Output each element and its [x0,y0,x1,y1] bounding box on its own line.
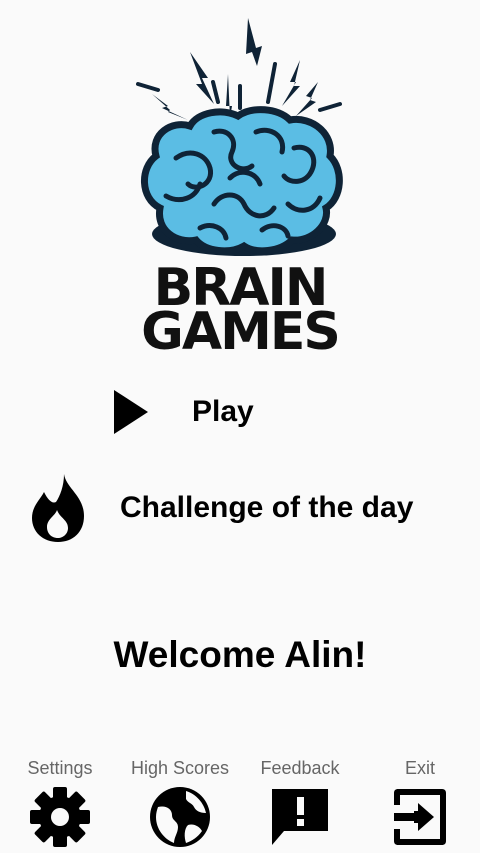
gear-icon [28,785,92,849]
challenge-of-the-day-button[interactable]: Challenge of the day [30,472,413,544]
brain-games-logo: BRAIN GAMES [128,8,352,358]
globe-icon [148,785,212,849]
flame-icon [30,472,86,544]
challenge-label: Challenge of the day [120,491,414,524]
exit-label: Exit [404,758,435,778]
feedback-button[interactable]: Feedback [240,755,360,853]
feedback-icon [268,785,332,849]
play-icon [110,388,150,436]
play-label: Play [192,395,254,428]
exit-icon [388,785,452,849]
exit-button[interactable]: Exit [360,755,480,853]
welcome-message: Welcome Alin! [113,634,367,675]
logo-text-games: GAMES [141,302,341,362]
feedback-label: Feedback [260,758,340,778]
play-button[interactable]: Play [110,384,254,440]
bottom-navigation: Settings High Scores Feedback Exit [0,755,480,853]
settings-button[interactable]: Settings [0,755,120,853]
brain-icon [136,18,343,256]
high-scores-label: High Scores [130,758,230,778]
high-scores-button[interactable]: High Scores [120,755,240,853]
settings-label: Settings [27,758,93,778]
